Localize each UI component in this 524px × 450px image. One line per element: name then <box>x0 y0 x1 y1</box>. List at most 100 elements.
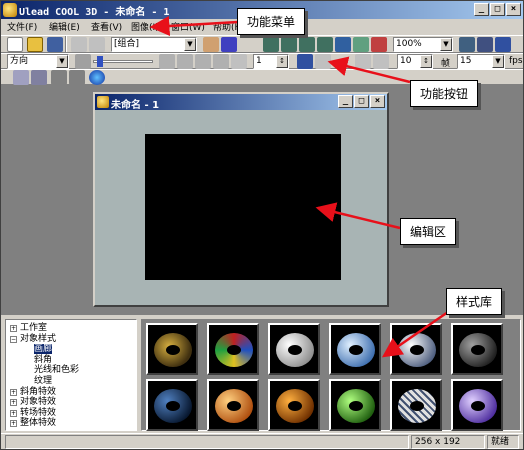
tree-item-label: 工作室 <box>20 323 48 333</box>
tree-item[interactable]: + 整体特效 <box>10 418 56 428</box>
style-thumbnail[interactable] <box>390 323 442 375</box>
insert-text-icon[interactable] <box>13 70 29 85</box>
object-button-5[interactable] <box>335 37 351 52</box>
collapse-icon[interactable]: − <box>10 335 17 343</box>
position-y-icon[interactable] <box>159 54 175 69</box>
redo-icon[interactable] <box>89 37 105 52</box>
edit-text-icon[interactable] <box>31 70 47 85</box>
easy-palette: + 工作室 − 对象样式 画廊 斜角 光线和色彩 纹理 + 斜角特效 + 对象特效 + 转场特效 + 整体特效 <box>1 315 523 433</box>
loop-icon[interactable] <box>231 54 247 69</box>
tree-item[interactable]: + 工作室 <box>10 323 47 333</box>
rotate-tool-icon[interactable] <box>221 37 237 52</box>
tree-item[interactable]: + 对象特效 <box>10 397 56 407</box>
key-icon[interactable] <box>355 54 371 69</box>
attribute-toolbar: 方向 ▼ 1 ↕ 10 ↕ 帧 15 ▼ fps <box>1 53 523 69</box>
tree-item[interactable]: 画廊 <box>34 344 53 355</box>
edit-canvas[interactable] <box>145 134 341 280</box>
undo-icon[interactable] <box>71 37 87 52</box>
torus-hole <box>288 345 302 355</box>
play-button-icon[interactable] <box>353 37 369 52</box>
hand-tool-icon[interactable] <box>203 37 219 52</box>
tree-item[interactable]: − 对象样式 <box>10 334 56 344</box>
help-pointer-icon[interactable] <box>495 37 511 52</box>
edit-area-callout: 编辑区 <box>400 218 457 245</box>
menu-view[interactable]: 查看(V) <box>91 20 122 33</box>
refresh-icon[interactable] <box>297 54 313 69</box>
object-button-2[interactable] <box>281 37 297 52</box>
remove-keyframe-icon[interactable] <box>195 54 211 69</box>
position-x-icon[interactable] <box>75 54 91 69</box>
tree-item[interactable]: + 斜角特效 <box>10 387 56 397</box>
style-thumbnail[interactable] <box>207 379 259 431</box>
open-folder-icon[interactable] <box>27 37 43 52</box>
style-thumbnail[interactable] <box>268 379 320 431</box>
doc-minimize-button[interactable]: _ <box>338 95 353 108</box>
menu-window[interactable]: 窗口(W) <box>171 20 205 33</box>
tree-item-label: 对象样式 <box>20 333 57 344</box>
tree-item-label: 斜角 <box>34 354 53 365</box>
edit-graphic-icon[interactable] <box>69 70 85 85</box>
menu-callout: 功能菜单 <box>237 8 306 35</box>
insert-graphic-icon[interactable] <box>51 70 67 85</box>
style-thumbnail[interactable] <box>207 323 259 375</box>
minimize-button[interactable]: _ <box>474 3 489 16</box>
save-icon[interactable] <box>47 37 63 52</box>
frame-label: 帧 <box>441 59 451 69</box>
menu-file[interactable]: 文件(F) <box>7 20 37 33</box>
tree-item[interactable]: 光线和色彩 <box>34 365 79 375</box>
fps-label: fps <box>509 56 523 66</box>
link-icon[interactable] <box>315 54 331 69</box>
slider-thumb[interactable] <box>97 56 103 67</box>
object-select-dropdown[interactable]: [组合] ▼ <box>111 37 197 52</box>
tree-item-label: 斜角特效 <box>20 386 57 397</box>
style-thumbnail[interactable] <box>329 379 381 431</box>
buttons-callout: 功能按钮 <box>410 80 479 107</box>
style-thumbnail[interactable] <box>146 379 198 431</box>
document-title-bar: 未命名 - 1 _ □ × <box>95 94 387 111</box>
value2-spinner[interactable]: 10 ↕ <box>397 54 433 69</box>
tree-item-label: 对象特效 <box>20 397 57 408</box>
add-keyframe-icon[interactable] <box>177 54 193 69</box>
object-button-4[interactable] <box>317 37 333 52</box>
geometry-sphere-icon[interactable] <box>89 70 105 85</box>
torus-hole <box>410 401 424 411</box>
object-button-1[interactable] <box>263 37 279 52</box>
tree-item[interactable]: 斜角 <box>34 355 52 365</box>
style-thumbnail[interactable] <box>451 379 503 431</box>
stop-button-icon[interactable] <box>371 37 387 52</box>
style-thumbnail[interactable] <box>390 379 442 431</box>
tree-item-label: 纹理 <box>34 376 53 386</box>
tree-item[interactable]: + 转场特效 <box>10 408 56 418</box>
expand-icon[interactable]: + <box>10 388 17 396</box>
style-thumbnail[interactable] <box>329 323 381 375</box>
new-file-icon[interactable] <box>7 37 23 52</box>
frame-count-dropdown[interactable]: 15 ▼ <box>457 54 505 69</box>
reverse-icon[interactable] <box>213 54 229 69</box>
style-thumbnail[interactable] <box>451 323 503 375</box>
expand-icon[interactable]: + <box>10 409 17 417</box>
close-button[interactable]: × <box>506 3 521 16</box>
torus-hole <box>288 401 302 411</box>
menu-edit[interactable]: 编辑(E) <box>49 20 80 33</box>
expand-icon[interactable]: + <box>10 399 17 407</box>
torus-hole <box>471 345 485 355</box>
tree-item-label: 转场特效 <box>20 407 57 418</box>
doc-maximize-button[interactable]: □ <box>354 95 369 108</box>
tree-item[interactable]: 纹理 <box>34 376 52 386</box>
menu-image[interactable]: 图像(I) <box>131 20 159 33</box>
direction-dropdown[interactable]: 方向 ▼ <box>7 54 69 69</box>
object-button-3[interactable] <box>299 37 315 52</box>
zoom-dropdown[interactable]: 100% ▼ <box>393 37 453 52</box>
maximize-button[interactable]: □ <box>490 3 505 16</box>
expand-icon[interactable]: + <box>10 420 17 428</box>
expand-icon[interactable]: + <box>10 325 17 332</box>
wave-icon[interactable] <box>373 54 389 69</box>
style-thumbnail[interactable] <box>146 323 198 375</box>
value1-spinner[interactable]: 1 ↕ <box>253 54 289 69</box>
document-icon <box>97 96 109 108</box>
doc-close-button[interactable]: × <box>370 95 385 108</box>
color-tool-icon[interactable] <box>459 37 475 52</box>
style-thumbnail[interactable] <box>268 323 320 375</box>
status-bar: 256 x 192 就绪 <box>1 433 523 449</box>
paint-tool-icon[interactable] <box>477 37 493 52</box>
